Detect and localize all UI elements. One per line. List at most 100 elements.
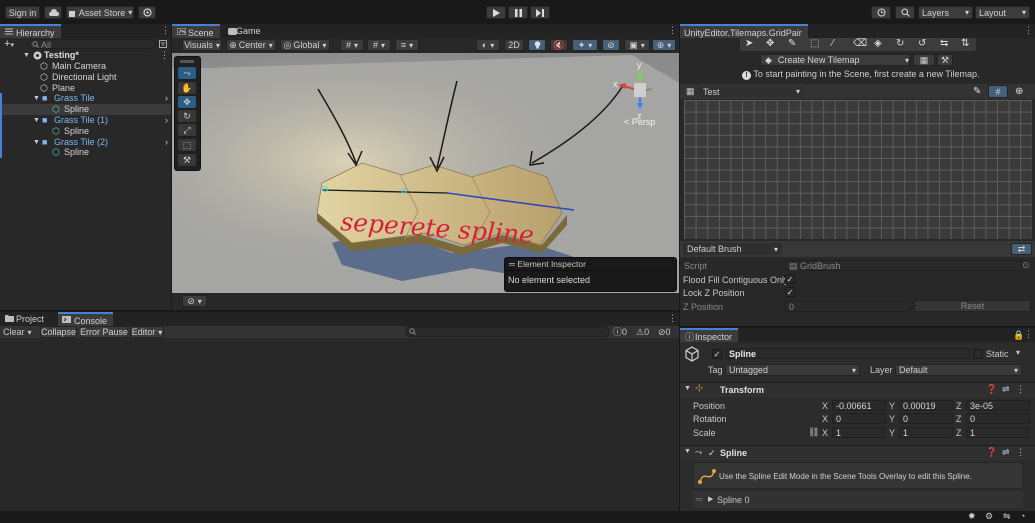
grid-toggle[interactable]: # (988, 85, 1008, 98)
tag-dropdown[interactable]: Untagged (725, 364, 860, 376)
rotation-x-field[interactable]: 0 (832, 413, 886, 424)
pause-button[interactable] (508, 6, 528, 19)
rect-tool-button[interactable]: ⬚ (178, 139, 196, 151)
compile-icon[interactable]: ⚙ (985, 511, 993, 522)
audio-toggle[interactable]: 🔇 (550, 39, 568, 51)
create-new-tilemap-dropdown[interactable]: ◆ Create New Tilemap (760, 54, 910, 66)
history-button[interactable] (871, 6, 891, 19)
position-y-field[interactable]: 0.00019 (899, 400, 953, 411)
box-fill-tool-button[interactable]: ⬚ (810, 38, 819, 49)
hierarchy-item[interactable]: ⬡ Spline (0, 104, 171, 116)
network-icon[interactable]: ⇋ (1003, 511, 1011, 522)
static-dropdown-icon[interactable]: ▾ (1016, 348, 1020, 357)
scale-y-label[interactable]: Y (889, 428, 895, 438)
hierarchy-add-button[interactable]: +▾ (4, 38, 14, 50)
component-menu-icon[interactable]: ⋮ (1016, 384, 1025, 395)
rotate-tool-button[interactable]: ↻ (178, 110, 196, 122)
position-z-label[interactable]: Z (956, 401, 962, 411)
palette-dropdown[interactable]: Test (699, 86, 804, 97)
presets-icon[interactable]: ⇌ (1002, 447, 1010, 458)
flood-fill-checkbox[interactable]: ✓ (785, 274, 795, 284)
picker-tool-button[interactable]: ⁄ (832, 38, 834, 49)
align-dropdown[interactable]: ≡ (395, 39, 419, 51)
active-checkbox[interactable]: ✓ (712, 349, 722, 359)
console-search-input[interactable] (405, 326, 610, 337)
collapse-arrow-icon[interactable]: ▼ (684, 448, 691, 455)
filter-icon[interactable] (159, 40, 167, 48)
object-name-field[interactable]: Spline (725, 348, 970, 359)
orientation-dropdown[interactable]: ⊘ (182, 295, 207, 307)
rotation-z-field[interactable]: 0 (966, 413, 1030, 424)
visuals-dropdown[interactable]: Visuals (182, 39, 222, 51)
scene-menu-icon[interactable]: ⋮ (668, 25, 677, 36)
rotate-ccw-button[interactable]: ↺ (918, 38, 926, 49)
step-button[interactable] (530, 6, 550, 19)
script-target-icon[interactable]: ⊙ (1022, 260, 1030, 271)
info-count-badge[interactable]: ⓘ0 (613, 326, 627, 338)
scale-x-label[interactable]: X (822, 428, 828, 438)
expand-arrow-icon[interactable]: ▼ (33, 115, 40, 126)
expand-arrow-icon[interactable]: ▼ (33, 93, 40, 104)
asset-store-button[interactable]: Asset Store (66, 6, 134, 19)
overlay-handle[interactable] (180, 60, 194, 63)
element-inspector-header[interactable]: ═ Element Inspector (505, 258, 676, 271)
spline-list-item[interactable]: ═ ▶ Spline 0 (693, 491, 1023, 508)
constrain-scale-icon[interactable]: ⛓ (808, 427, 819, 438)
tab-tile-palette[interactable]: UnityEditor.Tilemaps.GridPair (680, 24, 808, 38)
play-button[interactable] (486, 6, 506, 19)
error-count-badge[interactable]: ⊘0 (658, 326, 671, 338)
eraser-tool-button[interactable]: ⌫ (853, 38, 867, 49)
editor-dropdown[interactable]: Editor (130, 326, 164, 338)
select-tool-button[interactable]: ➤ (745, 38, 753, 49)
position-x-field[interactable]: -0.00661 (832, 400, 886, 411)
error-pause-button[interactable]: Error Pause (80, 326, 128, 338)
palette-settings-button[interactable]: ⚒ (937, 54, 953, 66)
scene-root-row[interactable]: ▼ Testing* ⋮ (0, 50, 171, 61)
palette-grid[interactable] (684, 100, 1032, 239)
scale-tool-button[interactable]: ⤢ (178, 124, 196, 136)
lock-icon[interactable]: 🔒 (1013, 330, 1024, 341)
warning-count-badge[interactable]: ⚠0 (636, 326, 649, 338)
position-y-label[interactable]: Y (889, 401, 895, 411)
hierarchy-item[interactable]: ⬡ Spline (0, 125, 171, 137)
fill-tool-button[interactable]: ◈ (874, 38, 882, 49)
scale-y-field[interactable]: 1 (899, 427, 953, 438)
flip-y-button[interactable]: ⇅ (961, 38, 969, 49)
scale-x-field[interactable]: 1 (832, 427, 886, 438)
sign-in-button[interactable]: Sign in (5, 6, 40, 19)
collapse-button[interactable]: Collapse (40, 326, 77, 338)
chevron-right-icon[interactable]: › (165, 93, 168, 104)
spline-enabled-checkbox[interactable]: ✓ (708, 448, 716, 459)
scale-z-field[interactable]: 1 (966, 427, 1030, 438)
hierarchy-item[interactable]: ⬡ Main Camera (0, 61, 171, 72)
hierarchy-item[interactable]: ⬡ Directional Light (0, 72, 171, 83)
cloud-button[interactable] (44, 6, 62, 19)
reset-button[interactable]: Reset (914, 300, 1031, 312)
effects-dropdown[interactable]: ✦ (572, 39, 598, 51)
help-icon[interactable]: ❓ (986, 384, 997, 395)
console-menu-icon[interactable]: ⋮ (668, 313, 677, 324)
expand-arrow-icon[interactable]: ▶ (708, 495, 713, 503)
brush-dropdown[interactable]: Default Brush (683, 243, 782, 255)
tile-palette-menu-icon[interactable]: ⋮ (1024, 25, 1033, 36)
expand-arrow-icon[interactable]: ▼ (33, 137, 40, 148)
move-tool-button[interactable]: ✥ (766, 38, 774, 49)
static-checkbox[interactable] (973, 349, 983, 359)
clear-dropdown[interactable]: Clear (3, 326, 38, 338)
lighting-toggle[interactable] (528, 39, 546, 51)
view-tool-button[interactable]: ✋ (178, 82, 196, 94)
gizmo-toggle[interactable]: ⊕ (1015, 86, 1023, 97)
progress-icon[interactable]: ◔ (1020, 511, 1025, 521)
scene-menu-icon[interactable]: ⋮ (160, 50, 169, 61)
position-z-field[interactable]: 3e-05 (966, 400, 1030, 411)
increment-snap-dropdown[interactable]: # (367, 39, 391, 51)
global-dropdown[interactable]: ◎ Global (280, 39, 330, 51)
center-dropdown[interactable]: ⊕ Center (226, 39, 276, 51)
hierarchy-item[interactable]: ▼ › ■ Grass Tile (1) (0, 115, 171, 126)
spline-edit-mode-button[interactable]: ⤳ (178, 67, 196, 79)
search-button[interactable] (895, 6, 915, 19)
presets-icon[interactable]: ⇌ (1002, 384, 1010, 395)
2d-toggle[interactable]: 2D (504, 39, 524, 51)
lock-z-checkbox[interactable]: ✓ (785, 287, 795, 297)
layout-dropdown[interactable]: Layout (975, 6, 1030, 19)
